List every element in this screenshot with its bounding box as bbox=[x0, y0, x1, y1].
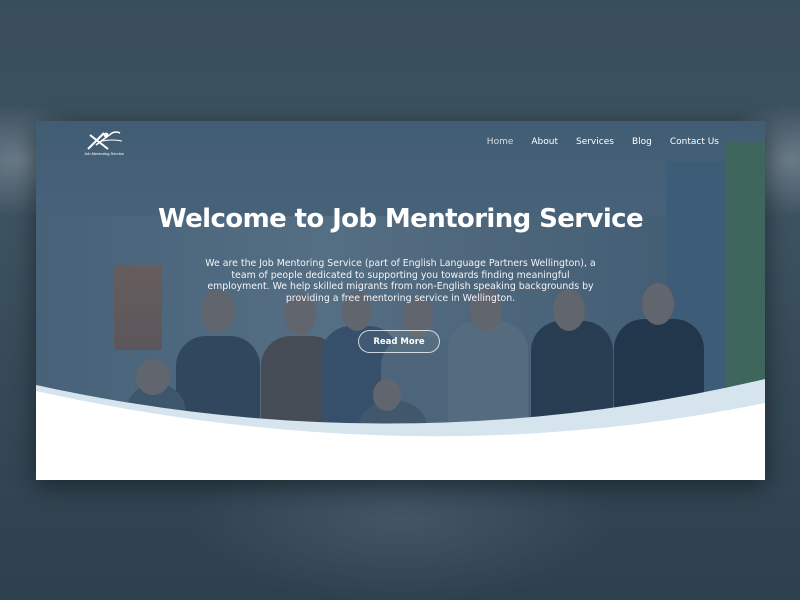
person-star-logo-icon bbox=[87, 131, 123, 150]
logo-text: Job Mentoring Service bbox=[84, 151, 124, 156]
nav-contact-us[interactable]: Contact Us bbox=[670, 137, 719, 147]
nav-blog[interactable]: Blog bbox=[632, 137, 652, 147]
hero-wave-divider bbox=[36, 379, 765, 480]
read-more-button[interactable]: Read More bbox=[358, 330, 440, 353]
hero-description: We are the Job Mentoring Service (part o… bbox=[205, 258, 596, 304]
nav-services[interactable]: Services bbox=[576, 137, 614, 147]
nav-about[interactable]: About bbox=[531, 137, 558, 147]
hero-section: Job Mentoring Service Home About Service… bbox=[36, 121, 765, 480]
main-menu: Home About Services Blog Contact Us bbox=[469, 137, 719, 147]
hero-title: Welcome to Job Mentoring Service bbox=[158, 204, 644, 234]
nav-home[interactable]: Home bbox=[487, 137, 514, 147]
navbar: Job Mentoring Service Home About Service… bbox=[36, 121, 765, 165]
website-preview: Job Mentoring Service Home About Service… bbox=[36, 121, 765, 480]
site-logo[interactable]: Job Mentoring Service bbox=[82, 129, 126, 161]
